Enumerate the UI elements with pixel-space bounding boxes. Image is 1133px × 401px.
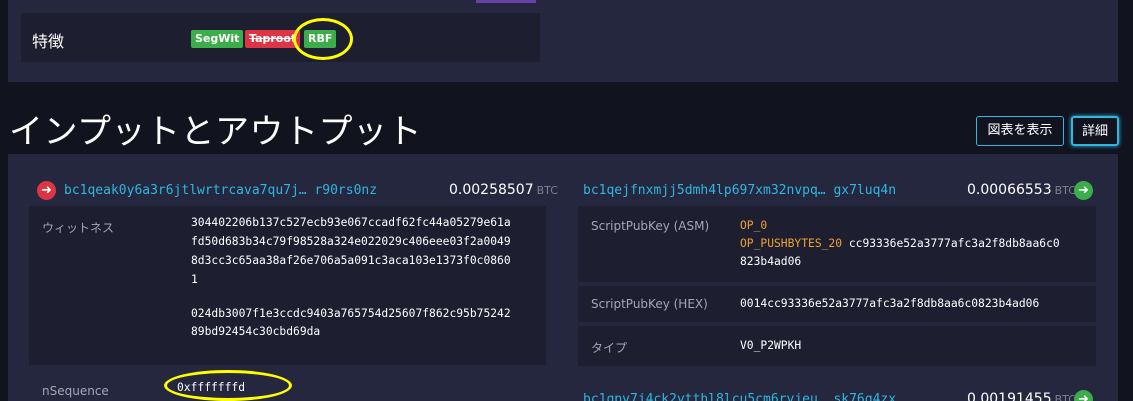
type-row (578, 326, 1096, 366)
output2-amount-value: 0.00191455 (967, 391, 1052, 401)
asm-opcode: OP_PUSHBYTES_20 (740, 237, 843, 250)
witness-value-line: 89bd92454c30cbd69da (191, 325, 321, 338)
nsequence-label: nSequence (42, 384, 109, 398)
input-amount-value: 0.00258507 (449, 182, 534, 198)
witness-value-line: 1 (191, 273, 198, 286)
show-diagram-button[interactable]: 図表を表示 (976, 116, 1064, 146)
output-address-link[interactable]: bc1qejfnxmjj5dmh4lp697xm32nvpq… gx7luq4n (583, 183, 896, 198)
witness-label: ウィットネス (42, 221, 115, 235)
witness-value-line: 8d3cc3c65aa38af26e706a5a091c3aca103e1373… (191, 254, 511, 267)
segwit-badge[interactable]: SegWit (191, 30, 244, 48)
witness-value-line: 024db3007f1e3ccdc9403a765754d25607f862c9… (191, 307, 511, 320)
output2-amount: 0.00191455 BTC (967, 391, 1076, 401)
witness-value-line: 304402206b137c527ecb93e067ccadf62fc44a05… (191, 216, 511, 229)
features-label: 特徴 (32, 32, 65, 51)
details-button[interactable]: 詳細 (1071, 116, 1119, 146)
section-title: インプットとアウトプット (9, 112, 422, 152)
accent-bar (476, 0, 536, 3)
output2-address-link[interactable]: bc1qpv7j4ck2ytthl8lcu5cm6rvjeu… sk76q4zx (583, 392, 896, 401)
asm-label: ScriptPubKey (ASM) (591, 219, 710, 233)
output-amount: 0.00066553 BTC (967, 182, 1076, 198)
highlight-circle (293, 18, 353, 60)
type-label: タイプ (591, 341, 628, 355)
asm-value: cc93336e52a3777afc3a2f8db8aa6c0 (848, 237, 1060, 250)
input-amount: 0.00258507 BTC (449, 182, 558, 198)
asm-line: OP_PUSHBYTES_20 cc93336e52a3777afc3a2f8d… (740, 235, 1060, 253)
hex-value: 0014cc93336e52a3777afc3a2f8db8aa6c0823b4… (740, 297, 1040, 310)
input-amount-unit: BTC (536, 184, 558, 197)
asm-opcode: OP_0 (740, 219, 768, 232)
type-value: V0_P2WPKH (740, 339, 802, 352)
witness-value-line: fd50d683b34c79f98528a324e022029c406eee03… (191, 235, 511, 248)
hex-label: ScriptPubKey (HEX) (591, 297, 708, 311)
input-address-link[interactable]: bc1qeak0y6a3r6jtlwrtrcava7qu7j… r90rs0nz (64, 183, 377, 198)
input-arrow-icon[interactable]: ➜ (37, 181, 56, 200)
highlight-circle (164, 370, 292, 401)
output2-amount-unit: BTC (1054, 393, 1076, 401)
asm-value: 823b4ad06 (740, 255, 802, 268)
output-arrow-icon[interactable]: ➜ (1074, 181, 1093, 200)
output-amount-value: 0.00066553 (967, 182, 1052, 198)
taproot-badge[interactable]: Taproot (245, 30, 301, 48)
output-amount-unit: BTC (1054, 184, 1076, 197)
